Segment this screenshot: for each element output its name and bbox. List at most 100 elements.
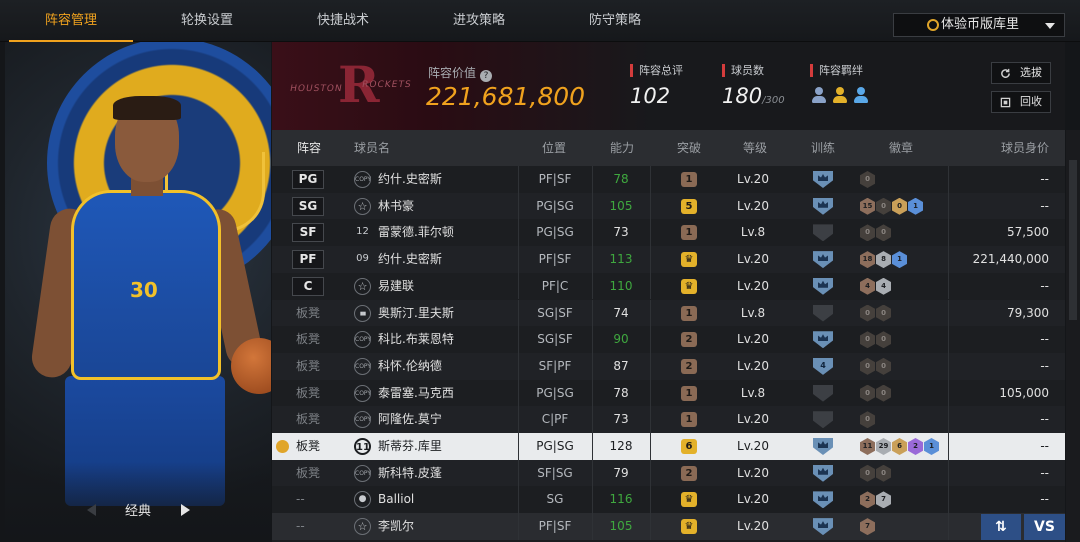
training-shield-icon[interactable]	[813, 518, 833, 536]
table-row[interactable]: 板凳 COPY 科怀.伦纳德 SF|PF 87 2 Lv.20 4 0 0 --	[272, 352, 1065, 380]
table-row[interactable]: SG林书豪PG|SG1055Lv.2015001--	[272, 192, 1065, 220]
vs-button[interactable]: VS	[1024, 514, 1065, 540]
pick-button[interactable]: 选拔	[991, 62, 1051, 84]
emblem-badge[interactable]: 0	[876, 464, 891, 482]
tab-quick-tactics[interactable]: 快捷战术	[277, 0, 409, 42]
table-row[interactable]: 板凳 COPY 科比.布莱恩特 SG|SF 90 2 Lv.20 0 0 --	[272, 326, 1065, 353]
table-row[interactable]: C 易建联 PF|C 110 Lv.20 44 --	[272, 272, 1065, 300]
lineup-slot[interactable]: --	[296, 486, 305, 513]
emblem-badge[interactable]: 8	[876, 251, 891, 269]
table-row[interactable]: 板凳 COPY 阿隆佐.莫宁 C|PF 73 1 Lv.20 0 --	[272, 406, 1065, 433]
emblem-list[interactable]: 7	[860, 518, 876, 536]
training-shield-icon[interactable]	[813, 304, 833, 322]
table-row[interactable]: 板凳 COPY 泰雷塞.马克西 PG|SG 78 1 Lv.8 0 0 105,000	[272, 379, 1065, 407]
recycle-button[interactable]: 回收	[991, 91, 1051, 113]
breakthrough-badge[interactable]: 2	[681, 358, 697, 374]
scrollbar-thumb[interactable]	[1069, 160, 1077, 320]
emblem-list[interactable]: 15 0 0 1	[860, 197, 924, 215]
tab-defense-strategy[interactable]: 防守策略	[549, 0, 681, 42]
player-select-dropdown[interactable]: 体验币版库里	[893, 13, 1065, 37]
table-row[interactable]: 板凳 11 斯蒂芬.库里 PG|SG 128 6 Lv.20 11 29 6 2 1 --	[272, 433, 1065, 460]
emblem-badge[interactable]: 0	[876, 224, 891, 242]
emblem-badge[interactable]: 6	[892, 438, 907, 455]
col-lineup[interactable]: 阵容	[297, 130, 321, 166]
col-breakthrough[interactable]: 突破	[677, 130, 701, 166]
player-name[interactable]: 斯蒂芬.库里	[378, 433, 442, 460]
training-shield-icon[interactable]	[813, 197, 833, 215]
emblem-badge[interactable]: 1	[908, 197, 923, 215]
player-name[interactable]: 奥斯汀.里夫斯	[378, 300, 454, 327]
player-name[interactable]: 斯科特.皮蓬	[378, 460, 442, 487]
lineup-slot[interactable]: C	[292, 276, 324, 296]
breakthrough-badge[interactable]: 1	[681, 412, 697, 428]
col-level[interactable]: 等级	[743, 130, 767, 166]
training-shield-icon[interactable]	[813, 411, 833, 429]
emblem-badge[interactable]: 0	[892, 197, 907, 215]
bond-group-icon[interactable]	[852, 86, 870, 104]
emblem-list[interactable]: 18 8 1	[860, 251, 908, 269]
player-name[interactable]: 约什.史密斯	[378, 246, 442, 273]
training-shield-icon[interactable]	[813, 224, 833, 242]
emblem-list[interactable]: 11 29 6 2 1	[860, 438, 940, 455]
emblem-list[interactable]: 0	[860, 171, 876, 188]
training-shield-icon[interactable]	[813, 251, 833, 269]
col-name[interactable]: 球员名	[354, 130, 390, 166]
bond-group-icon[interactable]	[810, 86, 828, 104]
breakthrough-badge[interactable]: 2	[681, 465, 697, 481]
table-row[interactable]: SF 12 雷蒙德.菲尔顿 PG|SG 73 1 Lv.8 0 0 57,500	[272, 219, 1065, 247]
training-shield-icon[interactable]	[813, 384, 833, 402]
lineup-slot[interactable]: 板凳	[296, 300, 320, 327]
lineup-slot[interactable]: 板凳	[296, 406, 320, 433]
emblem-badge[interactable]: 0	[876, 331, 891, 349]
col-value[interactable]: 球员身价	[1001, 130, 1049, 166]
table-row[interactable]: PG COPY 约什.史密斯 PF|SF 78 1 Lv.20 0 --	[272, 166, 1065, 193]
player-name[interactable]: 李凯尔	[378, 513, 414, 540]
emblem-badge[interactable]: 2	[908, 438, 923, 455]
player-name[interactable]: 阿隆佐.莫宁	[378, 406, 442, 433]
lineup-slot[interactable]: 板凳	[296, 460, 320, 487]
training-shield-icon[interactable]	[813, 438, 833, 455]
training-shield-icon[interactable]	[813, 491, 833, 509]
col-training[interactable]: 训练	[811, 130, 835, 166]
emblem-list[interactable]: 00	[860, 304, 892, 322]
table-row[interactable]: -- 李凯尔 PF|SF 105 Lv.20 7	[272, 513, 1065, 540]
lineup-slot[interactable]: 板凳	[296, 326, 320, 353]
breakthrough-badge[interactable]: 6	[681, 439, 697, 454]
player-name[interactable]: 易建联	[378, 273, 414, 300]
breakthrough-badge[interactable]: 1	[681, 305, 697, 321]
emblem-badge[interactable]: 0	[860, 384, 875, 402]
lineup-slot[interactable]: 板凳	[296, 380, 320, 407]
lineup-slot[interactable]: 板凳	[296, 353, 320, 380]
training-shield-icon[interactable]	[813, 464, 833, 482]
lineup-slot[interactable]: PF	[292, 250, 324, 270]
lineup-slot[interactable]: 板凳	[296, 433, 320, 460]
emblem-list[interactable]: 00	[860, 357, 892, 375]
breakthrough-badge[interactable]: 1	[681, 385, 697, 401]
emblem-badge[interactable]: 4	[876, 277, 891, 295]
emblem-badge[interactable]: 0	[860, 224, 875, 242]
emblem-badge[interactable]: 0	[860, 411, 875, 429]
emblem-badge[interactable]: 4	[860, 277, 875, 295]
emblem-badge[interactable]: 29	[876, 438, 891, 455]
bond-group-icon[interactable]	[831, 86, 849, 104]
next-style-arrow-icon[interactable]	[181, 504, 190, 516]
emblem-list[interactable]: 00	[860, 224, 892, 242]
tab-offense-strategy[interactable]: 进攻策略	[413, 0, 545, 42]
player-name[interactable]: 科怀.伦纳德	[378, 353, 442, 380]
emblem-badge[interactable]: 0	[860, 331, 875, 349]
crown-icon[interactable]	[681, 252, 697, 268]
emblem-badge[interactable]: 0	[860, 304, 875, 322]
emblem-list[interactable]: 00	[860, 331, 892, 349]
help-icon[interactable]: ?	[480, 70, 493, 82]
col-position[interactable]: 位置	[542, 130, 566, 166]
table-row[interactable]: -- Balliol SG 116 Lv.20 27 --	[272, 486, 1065, 514]
emblem-list[interactable]: 0	[860, 411, 876, 429]
emblem-badge[interactable]: 1	[892, 251, 907, 269]
player-name[interactable]: Balliol	[378, 486, 414, 513]
player-name[interactable]: 林书豪	[378, 193, 414, 220]
emblem-badge[interactable]: 0	[876, 304, 891, 322]
roster-scrollbar[interactable]	[1066, 130, 1080, 542]
breakthrough-badge[interactable]: 1	[681, 172, 697, 187]
swap-button[interactable]: ⇅	[981, 514, 1021, 540]
emblem-badge[interactable]: 7	[860, 518, 875, 536]
